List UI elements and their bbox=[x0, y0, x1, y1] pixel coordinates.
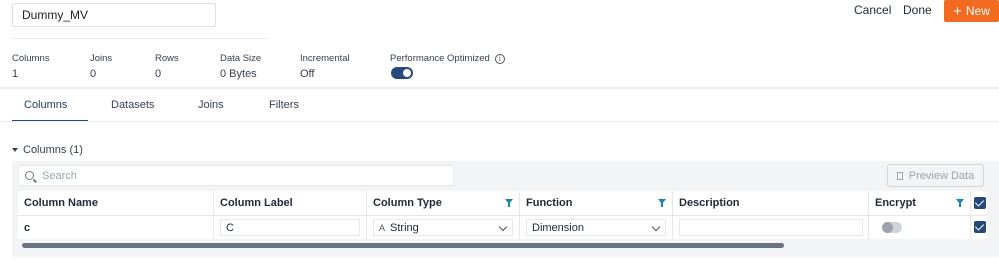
tab-datasets[interactable]: Datasets bbox=[111, 89, 154, 122]
table-header-row: Column Name Column Label Column Type Fun… bbox=[18, 191, 987, 216]
column-type-value: String bbox=[390, 221, 419, 234]
new-button[interactable]: + New bbox=[944, 0, 999, 22]
info-icon[interactable]: i bbox=[494, 54, 505, 64]
cell-encrypt bbox=[869, 216, 971, 239]
view-name-input[interactable] bbox=[12, 3, 216, 27]
header-column-type: Column Type bbox=[367, 191, 520, 215]
stat-value: Off bbox=[300, 68, 315, 80]
header-description: Description bbox=[673, 191, 869, 215]
string-type-icon: A bbox=[379, 222, 386, 233]
chevron-down-icon bbox=[651, 222, 661, 232]
cell-function: Dimension bbox=[520, 216, 673, 239]
filter-icon[interactable] bbox=[658, 199, 666, 207]
function-value: Dimension bbox=[532, 221, 584, 234]
done-button[interactable]: Done bbox=[903, 3, 932, 17]
tab-columns[interactable]: Columns bbox=[11, 89, 89, 122]
divider bbox=[0, 121, 999, 122]
performance-label: Performance Optimized bbox=[390, 53, 490, 64]
select-all-checkbox[interactable] bbox=[974, 197, 986, 209]
performance-toggle[interactable] bbox=[391, 67, 413, 79]
stat-joins: Joins 0 bbox=[90, 53, 112, 80]
stat-value: 0 Bytes bbox=[220, 68, 257, 80]
encrypt-toggle[interactable] bbox=[882, 222, 902, 233]
header-column-label: Column Label bbox=[214, 191, 367, 215]
stat-label: Rows bbox=[155, 53, 179, 64]
horizontal-scrollbar[interactable] bbox=[22, 243, 784, 248]
column-label-input[interactable] bbox=[220, 219, 360, 236]
header-function: Function bbox=[520, 191, 673, 215]
new-button-label: New bbox=[965, 4, 990, 18]
search-icon bbox=[25, 171, 34, 180]
stat-label: Incremental bbox=[300, 53, 350, 64]
search-input[interactable] bbox=[42, 169, 422, 182]
toggle-knob bbox=[403, 69, 411, 77]
filter-icon[interactable] bbox=[956, 199, 964, 207]
search-box bbox=[18, 165, 454, 186]
stat-rows: Rows 0 bbox=[155, 53, 179, 80]
header-column-name: Column Name bbox=[18, 191, 214, 215]
cell-description bbox=[673, 216, 869, 239]
stat-columns: Columns 1 bbox=[12, 53, 50, 80]
plus-icon: + bbox=[953, 2, 962, 20]
cell-column-type: A String bbox=[367, 216, 520, 239]
document-icon bbox=[896, 171, 903, 180]
table-row: c A String Dimension bbox=[18, 216, 987, 239]
columns-panel: Preview Data Column Name Column Label Co… bbox=[12, 161, 999, 257]
preview-data-label: Preview Data bbox=[908, 169, 975, 182]
toggle-knob bbox=[882, 222, 893, 233]
column-type-select[interactable]: A String bbox=[373, 219, 513, 236]
preview-data-button[interactable]: Preview Data bbox=[887, 164, 984, 187]
description-input[interactable] bbox=[679, 219, 863, 236]
tab-joins[interactable]: Joins bbox=[198, 89, 224, 122]
stat-label: Data Size bbox=[220, 53, 262, 64]
tab-filters[interactable]: Filters bbox=[269, 89, 299, 122]
cell-column-name: c bbox=[18, 216, 214, 239]
chevron-down-icon bbox=[498, 222, 508, 232]
stat-performance: Performance Optimized i bbox=[390, 53, 505, 64]
filter-icon[interactable] bbox=[505, 199, 513, 207]
header-encrypt: Encrypt bbox=[869, 191, 971, 215]
row-select-checkbox[interactable] bbox=[974, 221, 986, 233]
chevron-down-icon bbox=[12, 148, 18, 152]
function-select[interactable]: Dimension bbox=[526, 219, 666, 236]
stat-data-size: Data Size 0 Bytes bbox=[220, 53, 261, 80]
name-divider bbox=[12, 38, 267, 39]
stat-value: 0 bbox=[155, 68, 162, 80]
section-title: Columns (1) bbox=[23, 144, 83, 156]
stat-label: Columns bbox=[12, 53, 50, 64]
columns-section-toggle[interactable]: Columns (1) bbox=[12, 144, 83, 156]
stat-value: 0 bbox=[90, 68, 97, 80]
stat-value: 1 bbox=[12, 68, 19, 80]
cancel-button[interactable]: Cancel bbox=[854, 3, 891, 17]
stat-incremental: Incremental Off bbox=[300, 53, 350, 80]
stat-label: Joins bbox=[90, 53, 113, 64]
cell-column-label bbox=[214, 216, 367, 239]
